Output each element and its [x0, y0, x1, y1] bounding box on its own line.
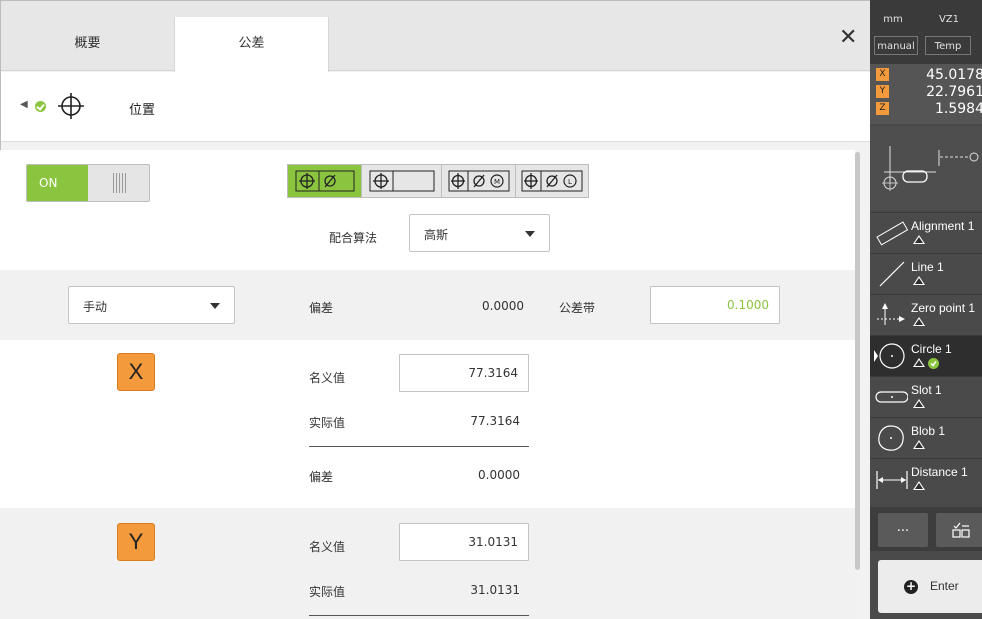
measure-icon: [913, 317, 925, 326]
x-actual-value: 77.3164: [470, 414, 520, 428]
line-icon: [879, 261, 905, 287]
unit-label[interactable]: mm: [874, 10, 912, 29]
measure-icon: [913, 481, 925, 490]
tolerance-type-group: M L: [287, 164, 589, 198]
nominal-label: 名义值: [309, 371, 346, 385]
enter-button[interactable]: + Enter: [878, 560, 982, 613]
feature-name: Slot 1: [911, 383, 942, 397]
feature-name: Circle 1: [911, 342, 952, 356]
grid-layout-icon: [952, 522, 970, 538]
divider: [309, 615, 529, 616]
deviation-value: 0.0000: [482, 299, 524, 313]
measure-icon: [913, 235, 925, 244]
sidebar: mm VZ1 manual Temp X 45.0178 Y 22.7961 Z…: [870, 0, 982, 619]
layout-button[interactable]: [936, 513, 982, 547]
tolerance-zone-input[interactable]: 0.1000: [650, 286, 780, 324]
more-button[interactable]: ...: [878, 513, 928, 547]
measure-icon: [913, 399, 925, 408]
feature-item[interactable]: Slot 1: [870, 376, 982, 417]
feature-item[interactable]: Line 1: [870, 253, 982, 294]
deviation-label: 偏差: [309, 301, 334, 315]
feature-item[interactable]: Zero point 1: [870, 294, 982, 335]
svg-text:M: M: [493, 178, 499, 186]
sidebar-status: mm VZ1 manual Temp: [870, 0, 982, 64]
y-nominal-input[interactable]: 31.0131: [399, 523, 529, 561]
measure-icon: [913, 440, 925, 449]
toggle-grip-icon: [113, 173, 127, 193]
back-arrow-icon[interactable]: ◀: [20, 99, 28, 110]
x-coordinate: 45.0178: [926, 67, 982, 83]
position-lmc-icon: L: [521, 170, 583, 192]
zero-point-icon: [877, 303, 905, 325]
feature-preview: [870, 126, 982, 210]
actual-label: 实际值: [309, 585, 346, 599]
y-actual-value: 31.0131: [470, 583, 520, 597]
mode-value: 手动: [83, 300, 108, 314]
measure-icon: [913, 276, 925, 285]
position-box-button[interactable]: [362, 165, 442, 197]
x-nominal-input[interactable]: 77.3164: [399, 354, 529, 392]
measure-icon: [913, 358, 925, 367]
circle-icon: [874, 343, 905, 369]
axis-x-tag: X: [876, 68, 889, 81]
svg-text:L: L: [568, 178, 572, 186]
zone-label[interactable]: VZ1: [928, 10, 970, 29]
check-icon: [35, 101, 46, 112]
feature-name: Distance 1: [911, 465, 968, 479]
feature-name: Alignment 1: [911, 219, 975, 233]
position-mmc-button[interactable]: M: [442, 165, 516, 197]
breadcrumb: ◀ 位置: [1, 72, 870, 142]
chevron-down-icon: [525, 231, 535, 237]
enter-label: Enter: [930, 579, 959, 593]
x-deviation-value: 0.0000: [478, 468, 520, 482]
position-mmc-icon: M: [448, 170, 509, 192]
actual-label: 实际值: [309, 416, 346, 430]
mode-label[interactable]: manual: [874, 36, 918, 55]
tab-overview[interactable]: 概要: [1, 17, 174, 71]
toggle-on-label: ON: [27, 165, 88, 201]
axis-x-badge: X: [117, 353, 155, 391]
axis-z-tag: Z: [876, 102, 889, 115]
mode-select[interactable]: 手动: [68, 286, 235, 324]
feature-item[interactable]: Alignment 1: [870, 212, 982, 253]
tolerance-zone-label: 公差带: [559, 301, 596, 315]
divider: [309, 446, 529, 447]
sidebar-toolbar: ...: [870, 507, 982, 551]
position-lmc-button[interactable]: L: [516, 165, 588, 197]
blob-icon: [878, 425, 904, 451]
chevron-down-icon: [210, 303, 220, 309]
feature-name: Zero point 1: [911, 301, 976, 315]
axis-y-tag: Y: [876, 85, 889, 98]
on-off-toggle[interactable]: ON: [26, 164, 150, 202]
distance-icon: [876, 471, 908, 489]
feature-name: Line 1: [911, 260, 944, 274]
page-title: 位置: [129, 103, 156, 118]
alignment-icon: [876, 221, 908, 246]
position-readout: X 45.0178 Y 22.7961 Z 1.5984: [870, 64, 982, 124]
fit-algorithm-select[interactable]: 高斯: [409, 214, 550, 252]
feature-item-selected[interactable]: Circle 1: [870, 335, 982, 376]
temp-label[interactable]: Temp: [925, 36, 971, 55]
fit-algorithm-value: 高斯: [424, 228, 449, 242]
y-coordinate: 22.7961: [926, 84, 982, 100]
feature-name: Blob 1: [911, 424, 946, 438]
tab-tolerance[interactable]: 公差: [174, 17, 329, 72]
deviation-label: 偏差: [309, 470, 334, 484]
axis-y-badge: Y: [117, 523, 155, 561]
slot-icon: [875, 391, 908, 403]
tab-bar: 概要 公差 ✕: [1, 1, 870, 72]
check-icon: [928, 358, 939, 369]
position-diameter-button[interactable]: [288, 165, 362, 197]
close-icon[interactable]: ✕: [839, 25, 857, 50]
position-tolerance-icon: [58, 93, 84, 119]
nominal-label: 名义值: [309, 540, 346, 554]
position-box-icon: [369, 170, 434, 192]
fit-algorithm-label: 配合算法: [329, 231, 378, 245]
position-diameter-icon: [295, 170, 354, 192]
z-coordinate: 1.5984: [935, 101, 982, 117]
feature-item[interactable]: Blob 1: [870, 417, 982, 458]
scrollbar[interactable]: [855, 152, 860, 570]
plus-icon: +: [904, 579, 918, 594]
feature-item[interactable]: Distance 1: [870, 458, 982, 499]
